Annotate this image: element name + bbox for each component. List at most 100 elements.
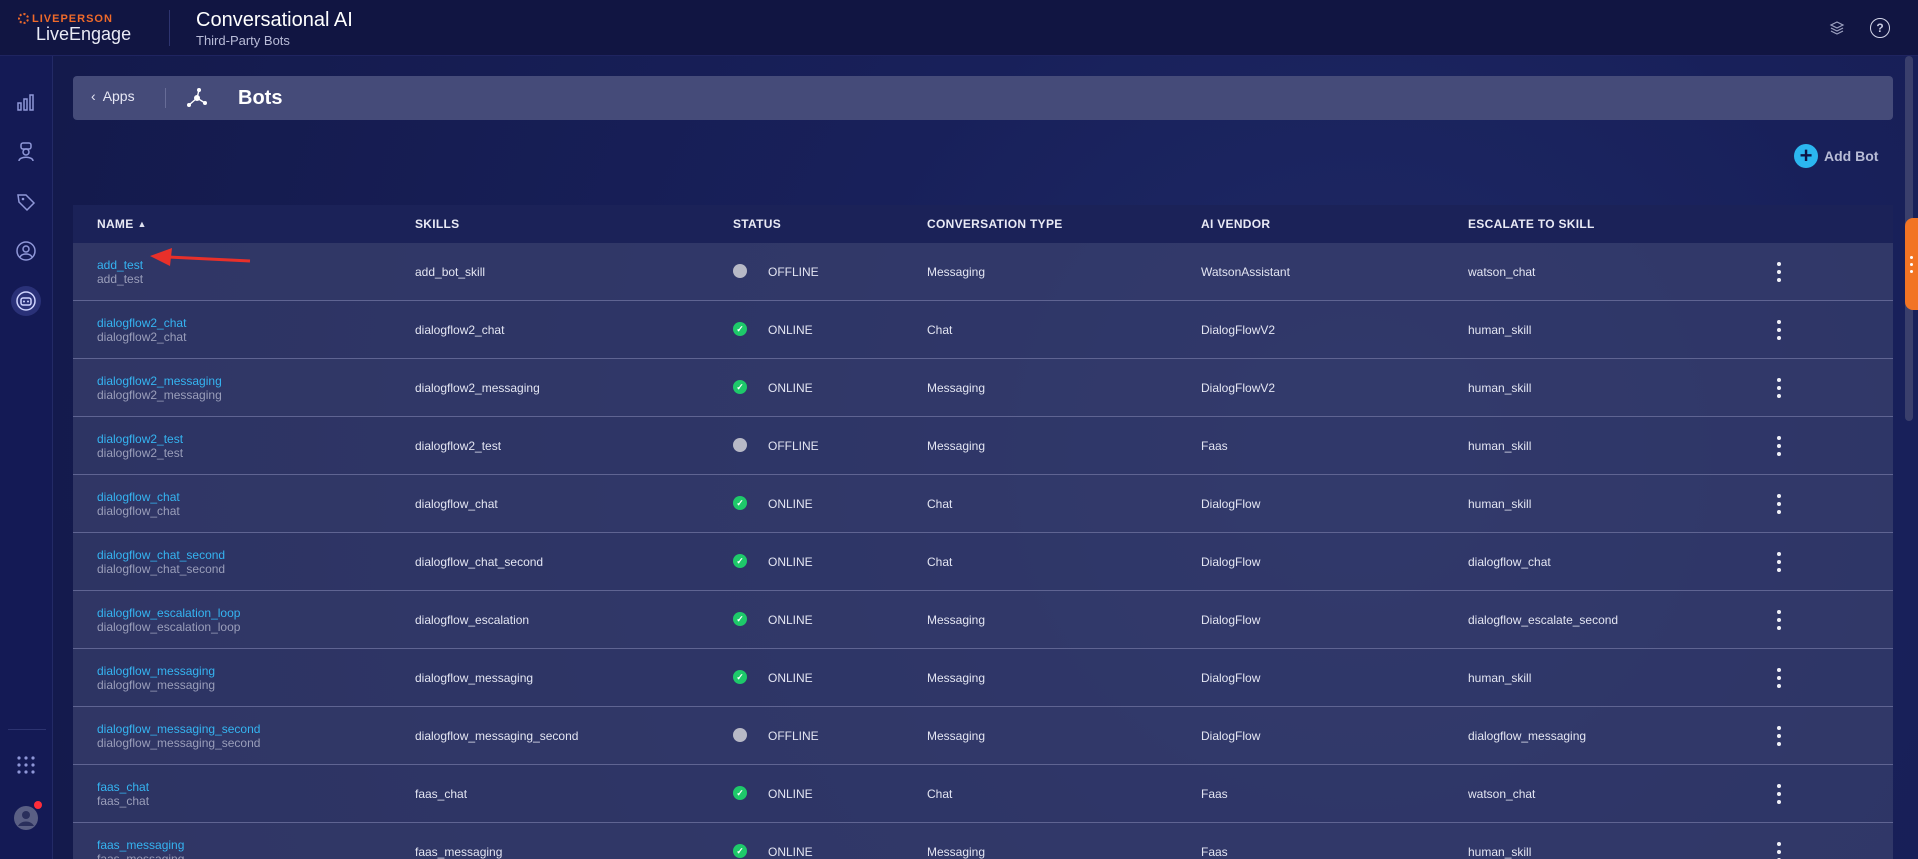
bot-name-link[interactable]: dialogflow_chat bbox=[97, 490, 180, 504]
ai-vendor-cell: DialogFlow bbox=[1201, 613, 1261, 627]
bot-name-secondary: dialogflow_escalation_loop bbox=[97, 620, 241, 634]
bot-name-secondary: dialogflow_messaging bbox=[97, 678, 216, 692]
feedback-side-tab[interactable] bbox=[1905, 218, 1918, 310]
bot-name-link[interactable]: faas_chat bbox=[97, 780, 149, 794]
conversation-type-cell: Chat bbox=[927, 787, 953, 801]
left-nav bbox=[0, 56, 53, 859]
row-more-options-icon[interactable] bbox=[1771, 782, 1787, 806]
bot-name-secondary: faas_chat bbox=[97, 794, 150, 808]
row-more-options-icon[interactable] bbox=[1771, 550, 1787, 574]
layers-icon[interactable] bbox=[1827, 18, 1847, 38]
escalate-skill-cell: human_skill bbox=[1468, 497, 1532, 511]
row-more-options-icon[interactable] bbox=[1771, 608, 1787, 632]
skill-cell: dialogflow_messaging_second bbox=[415, 729, 579, 743]
bot-name-secondary: dialogflow2_chat bbox=[97, 330, 187, 344]
status-cell: ONLINE bbox=[768, 381, 813, 395]
liveperson-logo-icon bbox=[18, 13, 29, 24]
conversation-type-cell: Messaging bbox=[927, 671, 986, 685]
table-row: dialogflow2_chat dialogflow2_chat dialog… bbox=[73, 301, 1893, 359]
skill-cell: faas_chat bbox=[415, 787, 468, 801]
skill-cell: dialogflow_chat bbox=[415, 497, 498, 511]
escalate-skill-cell: dialogflow_chat bbox=[1468, 555, 1551, 569]
row-more-options-icon[interactable] bbox=[1771, 434, 1787, 458]
column-header-skills: SKILLS bbox=[415, 217, 460, 231]
back-to-apps-link[interactable]: ‹ Apps bbox=[91, 88, 135, 104]
status-cell: ONLINE bbox=[768, 555, 813, 569]
bot-name-secondary: dialogflow_messaging_second bbox=[97, 736, 261, 750]
bot-name-link[interactable]: faas_messaging bbox=[97, 838, 184, 852]
check-circle-icon: ✓ bbox=[733, 844, 747, 858]
nav-divider bbox=[8, 729, 46, 730]
avatar[interactable] bbox=[11, 801, 42, 833]
row-more-options-icon[interactable] bbox=[1771, 318, 1787, 342]
breadcrumb-title: Bots bbox=[238, 87, 283, 109]
row-more-options-icon[interactable] bbox=[1771, 492, 1787, 516]
page-title: Conversational AI bbox=[196, 9, 353, 31]
sort-icon[interactable]: ▲ bbox=[138, 219, 147, 229]
row-more-options-icon[interactable] bbox=[1771, 376, 1787, 400]
table-row: dialogflow2_messaging dialogflow2_messag… bbox=[73, 359, 1893, 417]
add-bot-label: Add Bot bbox=[1824, 148, 1879, 164]
help-icon[interactable]: ? bbox=[1870, 18, 1890, 38]
status-cell: ONLINE bbox=[768, 845, 813, 859]
ai-vendor-cell: DialogFlow bbox=[1201, 555, 1261, 569]
status-cell: OFFLINE bbox=[768, 439, 819, 453]
notification-badge bbox=[34, 801, 42, 809]
ai-vendor-cell: Faas bbox=[1201, 845, 1228, 859]
row-more-options-icon[interactable] bbox=[1771, 840, 1787, 859]
column-label: NAME bbox=[97, 217, 134, 231]
apps-grid-icon[interactable] bbox=[11, 750, 41, 780]
conversation-type-cell: Messaging bbox=[927, 265, 986, 279]
brand-main-text: LiveEngage bbox=[36, 24, 132, 44]
ai-vendor-cell: DialogFlow bbox=[1201, 729, 1261, 743]
bot-name-secondary: add_test bbox=[97, 272, 144, 286]
conversation-type-cell: Messaging bbox=[927, 381, 986, 395]
add-bot-button[interactable]: + Add Bot bbox=[1794, 143, 1878, 169]
skill-cell: dialogflow_chat_second bbox=[415, 555, 544, 569]
conversation-type-cell: Messaging bbox=[927, 613, 986, 627]
escalate-skill-cell: human_skill bbox=[1468, 439, 1532, 453]
bot-name-link[interactable]: dialogflow2_test bbox=[97, 432, 183, 446]
bot-name-link[interactable]: dialogflow_escalation_loop bbox=[97, 606, 240, 620]
row-more-options-icon[interactable] bbox=[1771, 724, 1787, 748]
breadcrumb: ‹ Apps Bots bbox=[73, 76, 1893, 120]
ai-vendor-cell: DialogFlowV2 bbox=[1201, 381, 1276, 395]
bot-name-secondary: dialogflow_chat_second bbox=[97, 562, 226, 576]
conversation-type-cell: Chat bbox=[927, 323, 953, 337]
bot-name-secondary: dialogflow2_messaging bbox=[97, 388, 222, 402]
bot-name-link[interactable]: dialogflow_messaging_second bbox=[97, 722, 260, 736]
header-divider bbox=[169, 10, 170, 46]
column-header-ai-vendor: AI VENDOR bbox=[1201, 217, 1271, 231]
main-content: ‹ Apps Bots + Add Bot NAME ▲ SKILLS STATU… bbox=[53, 56, 1918, 859]
skill-cell: dialogflow2_test bbox=[415, 439, 502, 453]
check-circle-icon: ✓ bbox=[733, 670, 747, 684]
escalate-skill-cell: human_skill bbox=[1468, 381, 1532, 395]
tag-icon[interactable] bbox=[11, 187, 41, 217]
status-cell: ONLINE bbox=[768, 497, 813, 511]
bot-name-secondary: dialogflow_chat bbox=[97, 504, 180, 518]
column-header-name[interactable]: NAME ▲ bbox=[97, 217, 147, 231]
bot-name-link[interactable]: dialogflow_messaging bbox=[97, 664, 215, 678]
bot-icon[interactable] bbox=[11, 286, 41, 316]
bot-name-link[interactable]: dialogflow2_chat bbox=[97, 316, 186, 330]
check-circle-icon: ✓ bbox=[733, 322, 747, 336]
row-more-options-icon[interactable] bbox=[1771, 666, 1787, 690]
bot-name-link[interactable]: add_test bbox=[97, 258, 143, 272]
agent-icon[interactable] bbox=[11, 137, 41, 167]
row-more-options-icon[interactable] bbox=[1771, 260, 1787, 284]
bots-node-icon bbox=[185, 87, 209, 114]
conversation-type-cell: Chat bbox=[927, 555, 953, 569]
skill-cell: faas_messaging bbox=[415, 845, 503, 859]
analytics-icon[interactable] bbox=[11, 87, 41, 117]
bot-name-link[interactable]: dialogflow2_messaging bbox=[97, 374, 222, 388]
check-circle-icon: ✓ bbox=[733, 496, 747, 510]
table-row: faas_chat faas_chat faas_chat ✓ ONLINE C… bbox=[73, 765, 1893, 823]
bot-name-link[interactable]: dialogflow_chat_second bbox=[97, 548, 225, 562]
escalate-skill-cell: human_skill bbox=[1468, 845, 1532, 859]
user-circle-icon[interactable] bbox=[11, 236, 41, 266]
table-row: dialogflow_escalation_loop dialogflow_es… bbox=[73, 591, 1893, 649]
offline-dot-icon bbox=[733, 728, 747, 742]
ai-vendor-cell: DialogFlow bbox=[1201, 671, 1261, 685]
ai-vendor-cell: WatsonAssistant bbox=[1201, 265, 1290, 279]
column-header-status: STATUS bbox=[733, 217, 782, 231]
